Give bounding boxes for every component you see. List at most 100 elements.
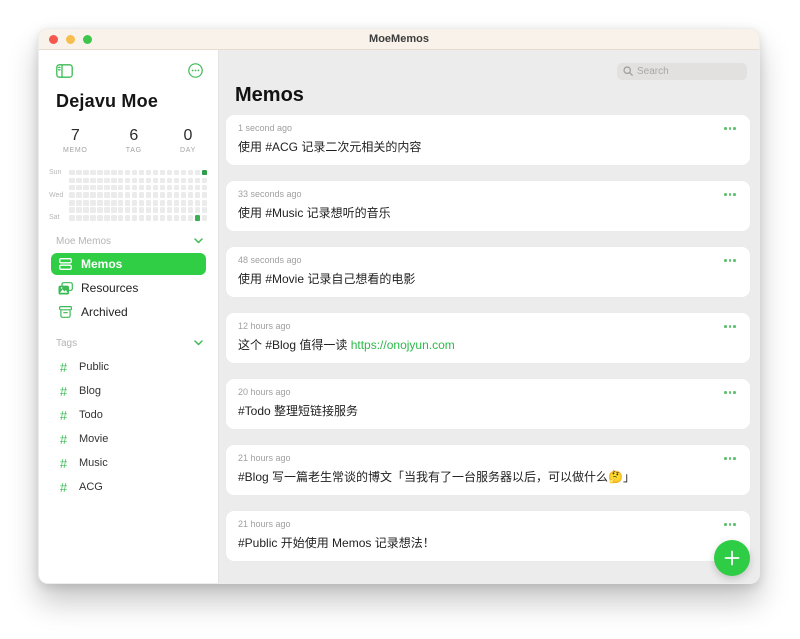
heatmap-cell (181, 192, 187, 198)
heatmap-cell (167, 192, 173, 198)
heatmap-cell (139, 170, 145, 176)
sidebar-item-tag-music[interactable]: #Music (51, 451, 206, 475)
heatmap-cell (104, 207, 110, 213)
sidebar-item-tag-todo[interactable]: #Todo (51, 403, 206, 427)
memo-card: 21 hours ago#Public 开始使用 Memos 记录想法！ (226, 511, 750, 561)
heatmap-cell (97, 215, 103, 221)
heatmap-cell (132, 200, 138, 206)
memo-timestamp: 21 hours ago (238, 519, 738, 530)
memo-more-button[interactable] (722, 257, 738, 264)
heatmap-cell (195, 207, 201, 213)
heatmap-cell (111, 170, 117, 176)
heatmap-cell (83, 185, 89, 191)
memo-more-button[interactable] (722, 125, 738, 132)
sidebar: Dejavu Moe 7 MEMO 6 TAG 0 DAY SunWedSat … (39, 50, 219, 583)
heatmap-cell (195, 178, 201, 184)
heatmap-row: Wed (47, 192, 218, 199)
heatmap-cell (104, 192, 110, 198)
heatmap-row (47, 185, 218, 191)
heatmap-cell (132, 178, 138, 184)
ellipsis-dot-icon (733, 325, 736, 328)
heatmap-cell (188, 200, 194, 206)
heatmap-cell (146, 215, 152, 221)
heatmap-cell (174, 192, 180, 198)
heatmap-cell (160, 207, 166, 213)
heatmap-cell (118, 178, 124, 184)
heatmap-cell (132, 215, 138, 221)
activity-heatmap: Sun Wed Sat (47, 169, 218, 221)
sidebar-item-memos[interactable]: Memos (51, 253, 206, 275)
chevron-down-icon[interactable] (194, 338, 203, 349)
heatmap-cell (111, 215, 117, 221)
chevron-down-icon[interactable] (194, 236, 203, 247)
heatmap-cell (188, 215, 194, 221)
heatmap-row-label: Sun (47, 169, 69, 176)
stat-tag: 6 TAG (126, 127, 142, 154)
memo-content: 使用 #Movie 记录自己想看的电影 (238, 271, 738, 287)
heatmap-cell (69, 170, 75, 176)
heatmap-cell (90, 185, 96, 191)
memo-more-button[interactable] (722, 521, 738, 528)
heatmap-cell (146, 200, 152, 206)
hash-icon: # (57, 408, 70, 423)
heatmap-cell (104, 185, 110, 191)
search-input[interactable] (637, 66, 741, 77)
nav-section-label: Moe Memos (56, 236, 111, 247)
heatmap-cell (174, 207, 180, 213)
memo-content: 使用 #ACG 记录二次元相关的内容 (238, 139, 738, 155)
heatmap-cell (153, 215, 159, 221)
heatmap-cell (188, 192, 194, 198)
memo-timestamp: 21 hours ago (238, 453, 738, 464)
memo-more-button[interactable] (722, 455, 738, 462)
heatmap-cell (83, 170, 89, 176)
search-field[interactable] (617, 63, 747, 80)
toggle-sidebar-button[interactable] (56, 64, 73, 81)
sidebar-item-label: Memos (81, 257, 122, 271)
close-button[interactable] (49, 35, 58, 44)
sidebar-item-tag-movie[interactable]: #Movie (51, 427, 206, 451)
heatmap-cell (90, 215, 96, 221)
heatmap-cell (174, 185, 180, 191)
new-memo-button[interactable] (714, 540, 750, 576)
heatmap-cell (160, 178, 166, 184)
ellipsis-dot-icon (724, 193, 727, 196)
heatmap-cell (167, 185, 173, 191)
memo-more-button[interactable] (722, 323, 738, 330)
sidebar-item-tag-public[interactable]: #Public (51, 355, 206, 379)
heatmap-cell (160, 192, 166, 198)
zoom-button[interactable] (83, 35, 92, 44)
tag-label: ACG (79, 481, 103, 493)
ellipsis-dot-icon (729, 127, 732, 130)
memo-card: 12 hours ago这个 #Blog 值得一读 https://onojyu… (226, 313, 750, 363)
heatmap-cell (111, 185, 117, 191)
memo-card: 33 seconds ago使用 #Music 记录想听的音乐 (226, 181, 750, 231)
heatmap-cell (125, 185, 131, 191)
heatmap-row (47, 178, 218, 184)
hash-icon: # (57, 384, 70, 399)
sidebar-item-tag-blog[interactable]: #Blog (51, 379, 206, 403)
more-options-button[interactable] (188, 63, 203, 81)
minimize-button[interactable] (66, 35, 75, 44)
heatmap-cell (139, 200, 145, 206)
heatmap-row-label: Sat (47, 214, 69, 221)
memo-more-button[interactable] (722, 389, 738, 396)
heatmap-cell (188, 185, 194, 191)
memo-timestamp: 48 seconds ago (238, 255, 738, 266)
heatmap-cell (181, 178, 187, 184)
heatmap-cell (76, 192, 82, 198)
memo-link[interactable]: https://onojyun.com (351, 338, 455, 352)
sidebar-item-resources[interactable]: Resources (51, 277, 206, 299)
heatmap-cell (202, 200, 208, 206)
memo-content: #Blog 写一篇老生常谈的博文「当我有了一台服务器以后，可以做什么🤔」 (238, 469, 738, 485)
memo-more-button[interactable] (722, 191, 738, 198)
heatmap-cell (76, 178, 82, 184)
ellipsis-dot-icon (733, 391, 736, 394)
sidebar-item-tag-acg[interactable]: #ACG (51, 475, 206, 499)
heatmap-cell (160, 215, 166, 221)
window-title: MoeMemos (39, 33, 759, 45)
memo-content: #Todo 整理短链接服务 (238, 403, 738, 419)
photo-icon (57, 282, 73, 295)
heatmap-cell (181, 215, 187, 221)
sidebar-item-archived[interactable]: Archived (51, 301, 206, 323)
heatmap-cell (202, 178, 208, 184)
